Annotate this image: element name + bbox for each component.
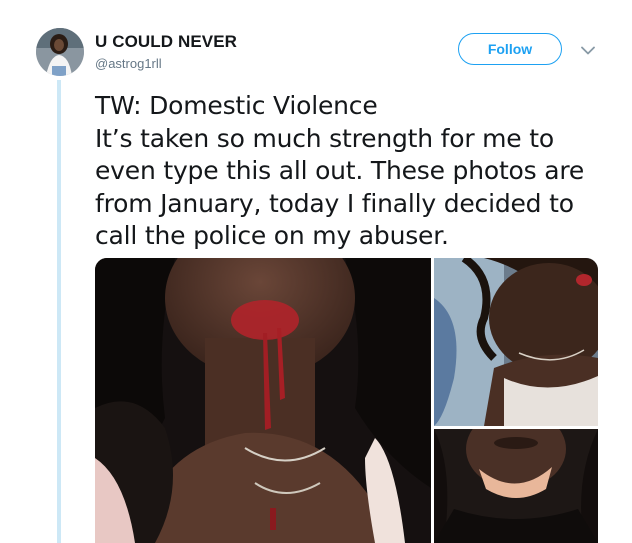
media-photo-1[interactable]: [95, 258, 431, 543]
tweet-line: It’s taken so much strength for me to: [95, 123, 554, 153]
photo-image: [434, 258, 598, 426]
chevron-down-icon: [581, 46, 595, 54]
media-photo-3[interactable]: [434, 429, 598, 543]
follow-button[interactable]: Follow: [458, 33, 562, 65]
tweet-line: even type this all out. These photos are: [95, 156, 585, 185]
author-handle[interactable]: @astrog1rll: [95, 56, 162, 71]
photo-image: [95, 258, 431, 543]
media-grid: [95, 258, 598, 543]
photo-image: [434, 429, 598, 543]
tweet-line: call the police on my abuser.: [95, 221, 449, 250]
tweet-line: TW: Domestic Violence: [95, 91, 378, 120]
author-display-name[interactable]: U COULD NEVER: [95, 32, 237, 52]
more-options-button[interactable]: [578, 40, 598, 60]
avatar[interactable]: [36, 28, 84, 76]
avatar-photo: [36, 28, 84, 76]
tweet-text: TW: Domestic Violence It’s taken so much…: [95, 90, 605, 253]
media-photo-2[interactable]: [434, 258, 598, 426]
thread-connector-line: [57, 80, 61, 543]
tweet-line: from January, today I finally decided to: [95, 188, 574, 218]
